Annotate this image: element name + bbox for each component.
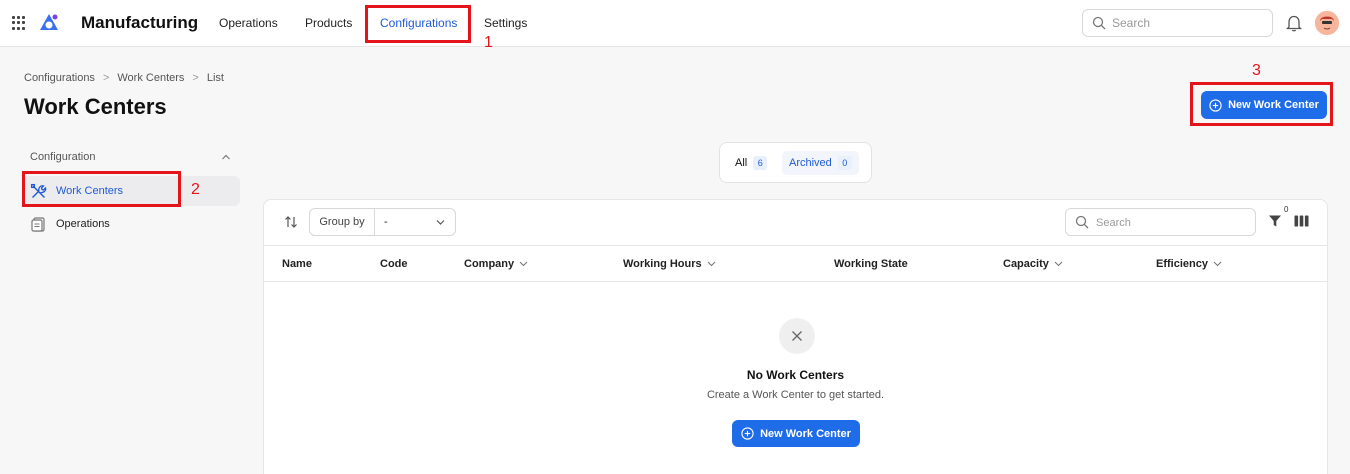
filter-icon[interactable] bbox=[1268, 214, 1282, 228]
chevron-down-icon bbox=[1213, 261, 1222, 267]
chevron-down-icon bbox=[436, 220, 445, 225]
empty-state-icon bbox=[779, 318, 815, 354]
clipboard-icon bbox=[31, 216, 45, 232]
breadcrumb-configurations[interactable]: Configurations bbox=[24, 72, 95, 84]
search-icon bbox=[1075, 215, 1089, 229]
sidebar-item-label: Operations bbox=[56, 218, 110, 230]
avatar-face-icon bbox=[1315, 11, 1339, 35]
top-bar: Manufacturing Operations Products Config… bbox=[0, 0, 1350, 47]
nav-operations[interactable]: Operations bbox=[219, 16, 278, 30]
column-code[interactable]: Code bbox=[380, 258, 408, 270]
breadcrumb-separator: > bbox=[102, 72, 110, 84]
group-by-select[interactable]: Group by - bbox=[309, 208, 456, 236]
tab-all[interactable]: All 6 bbox=[728, 151, 774, 175]
column-company[interactable]: Company bbox=[464, 258, 528, 270]
tab-all-count: 6 bbox=[753, 156, 768, 170]
group-by-label: Group by bbox=[310, 209, 375, 235]
breadcrumb-separator: > bbox=[192, 72, 199, 84]
nav-settings[interactable]: Settings bbox=[484, 16, 527, 30]
top-search-box[interactable] bbox=[1082, 9, 1273, 37]
annotation-box-2 bbox=[22, 171, 181, 207]
column-company-label: Company bbox=[464, 258, 515, 270]
plus-circle-icon bbox=[741, 427, 754, 440]
breadcrumb-list: List bbox=[206, 72, 224, 84]
chevron-down-icon bbox=[1054, 261, 1063, 267]
column-code-label: Code bbox=[380, 258, 408, 270]
list-search-input[interactable] bbox=[1096, 214, 1246, 231]
empty-state-title: No Work Centers bbox=[746, 368, 845, 382]
empty-new-work-center-button[interactable]: New Work Center bbox=[732, 420, 860, 447]
user-avatar[interactable] bbox=[1315, 11, 1339, 35]
tab-archived-count: 0 bbox=[837, 156, 852, 170]
annotation-number-1: 1 bbox=[484, 34, 493, 51]
columns-icon[interactable] bbox=[1294, 215, 1309, 227]
chevron-down-icon bbox=[519, 261, 528, 267]
column-efficiency[interactable]: Efficiency bbox=[1156, 258, 1222, 270]
list-panel: Group by - 0 Name Code Company Working H… bbox=[263, 199, 1328, 474]
new-work-center-button[interactable]: New Work Center bbox=[1201, 91, 1327, 119]
column-efficiency-label: Efficiency bbox=[1156, 258, 1208, 270]
app-title: Manufacturing bbox=[81, 13, 199, 32]
nav-products[interactable]: Products bbox=[305, 16, 352, 30]
filter-count-badge: 0 bbox=[1284, 205, 1289, 214]
sidebar-item-operations[interactable]: Operations bbox=[22, 209, 240, 239]
page-title: Work Centers bbox=[24, 94, 167, 119]
plus-circle-icon bbox=[1209, 98, 1222, 112]
empty-state-subtitle: Create a Work Center to get started. bbox=[706, 389, 885, 401]
sort-icon[interactable] bbox=[284, 215, 298, 229]
sidebar-section-header: Configuration bbox=[30, 151, 96, 163]
annotation-number-2: 2 bbox=[191, 181, 200, 198]
column-working-state[interactable]: Working State bbox=[834, 258, 908, 270]
empty-new-work-center-label: New Work Center bbox=[760, 427, 851, 440]
notification-bell-icon[interactable] bbox=[1286, 14, 1302, 32]
group-by-value-text: - bbox=[384, 216, 388, 228]
breadcrumb: Configurations > Work Centers > List bbox=[24, 72, 224, 84]
column-working-hours[interactable]: Working Hours bbox=[623, 258, 716, 270]
new-work-center-label: New Work Center bbox=[1228, 99, 1319, 111]
column-working-state-label: Working State bbox=[834, 258, 908, 270]
table-header: Name Code Company Working Hours Working … bbox=[264, 245, 1327, 282]
manufacturing-logo-icon bbox=[40, 14, 58, 30]
chevron-up-icon[interactable] bbox=[221, 153, 231, 161]
annotation-box-1 bbox=[365, 5, 471, 43]
breadcrumb-work-centers[interactable]: Work Centers bbox=[117, 72, 184, 84]
top-search-input[interactable] bbox=[1112, 14, 1262, 32]
close-icon bbox=[792, 331, 802, 341]
column-name-label: Name bbox=[282, 258, 312, 270]
tab-all-label: All bbox=[735, 157, 748, 169]
search-icon bbox=[1092, 16, 1106, 30]
tab-archived[interactable]: Archived 0 bbox=[782, 151, 859, 175]
app-grid-icon[interactable] bbox=[12, 16, 26, 30]
column-capacity-label: Capacity bbox=[1003, 258, 1049, 270]
column-name[interactable]: Name bbox=[282, 258, 312, 270]
chevron-down-icon bbox=[707, 261, 716, 267]
tab-archived-label: Archived bbox=[789, 157, 832, 169]
column-capacity[interactable]: Capacity bbox=[1003, 258, 1063, 270]
column-working-hours-label: Working Hours bbox=[623, 258, 702, 270]
annotation-number-3: 3 bbox=[1252, 62, 1261, 79]
group-by-value[interactable]: - bbox=[375, 209, 455, 235]
list-search-box[interactable] bbox=[1065, 208, 1256, 236]
status-tabs: All 6 Archived 0 bbox=[719, 142, 872, 183]
